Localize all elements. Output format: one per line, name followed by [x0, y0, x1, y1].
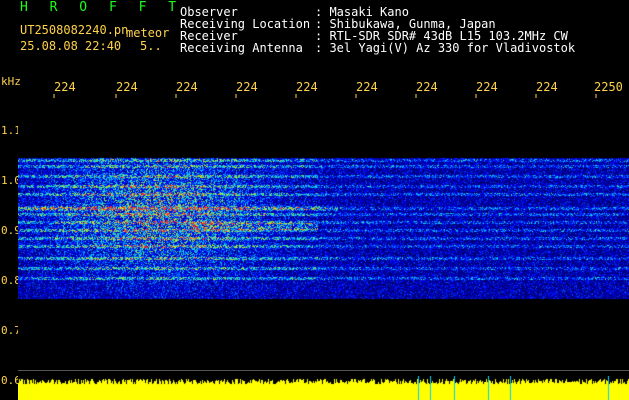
baseline-divider — [18, 370, 629, 371]
spectrogram — [18, 98, 629, 376]
signal-level-bar — [18, 376, 629, 400]
